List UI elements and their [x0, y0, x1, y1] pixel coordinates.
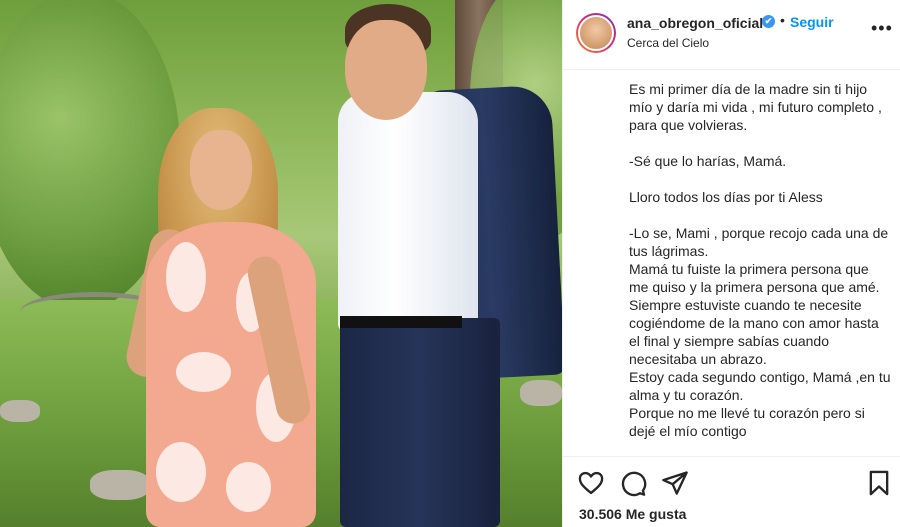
username-link[interactable]: ana_obregon_oficial: [627, 15, 763, 31]
photo-rock: [520, 380, 562, 406]
post-header: ana_obregon_oficial ✔ • Seguir Cerca del…: [563, 0, 900, 70]
heart-icon[interactable]: [577, 469, 605, 497]
likes-count[interactable]: 30.506 Me gusta: [579, 506, 686, 522]
post-side-panel: ana_obregon_oficial ✔ • Seguir Cerca del…: [562, 0, 900, 527]
more-options-icon[interactable]: •••: [871, 18, 893, 39]
photo-woman-face: [190, 130, 252, 210]
bookmark-icon[interactable]: [865, 469, 893, 497]
photo-man-pants: [340, 318, 500, 527]
caption-paragraph: -Lo se, Mami , porque recojo cada una de…: [629, 225, 891, 439]
post-caption: Es mi primer día de la madre sin ti hijo…: [629, 80, 891, 456]
caption-paragraph: -Sé que lo harías, Mamá.: [629, 153, 787, 169]
avatar-image: [578, 15, 614, 51]
post-photo[interactable]: [0, 0, 562, 527]
comment-icon[interactable]: [619, 469, 647, 497]
caption-paragraph: Lloro todos los días por ti Aless: [629, 189, 823, 205]
location-link[interactable]: Cerca del Cielo: [627, 36, 709, 50]
caption-paragraph: Es mi primer día de la madre sin ti hijo…: [629, 81, 886, 133]
post-actions-bar: 30.506 Me gusta: [563, 456, 900, 527]
photo-man-shirt: [338, 92, 478, 332]
verified-icon: ✔: [762, 15, 775, 28]
follow-button[interactable]: Seguir: [790, 14, 834, 30]
photo-man-belt: [340, 316, 462, 328]
share-icon[interactable]: [661, 469, 689, 497]
photo-man-face: [345, 20, 427, 120]
photo-rock: [90, 470, 150, 500]
header-separator: •: [780, 12, 785, 28]
photo-rock: [0, 400, 40, 422]
profile-avatar[interactable]: [576, 13, 616, 53]
